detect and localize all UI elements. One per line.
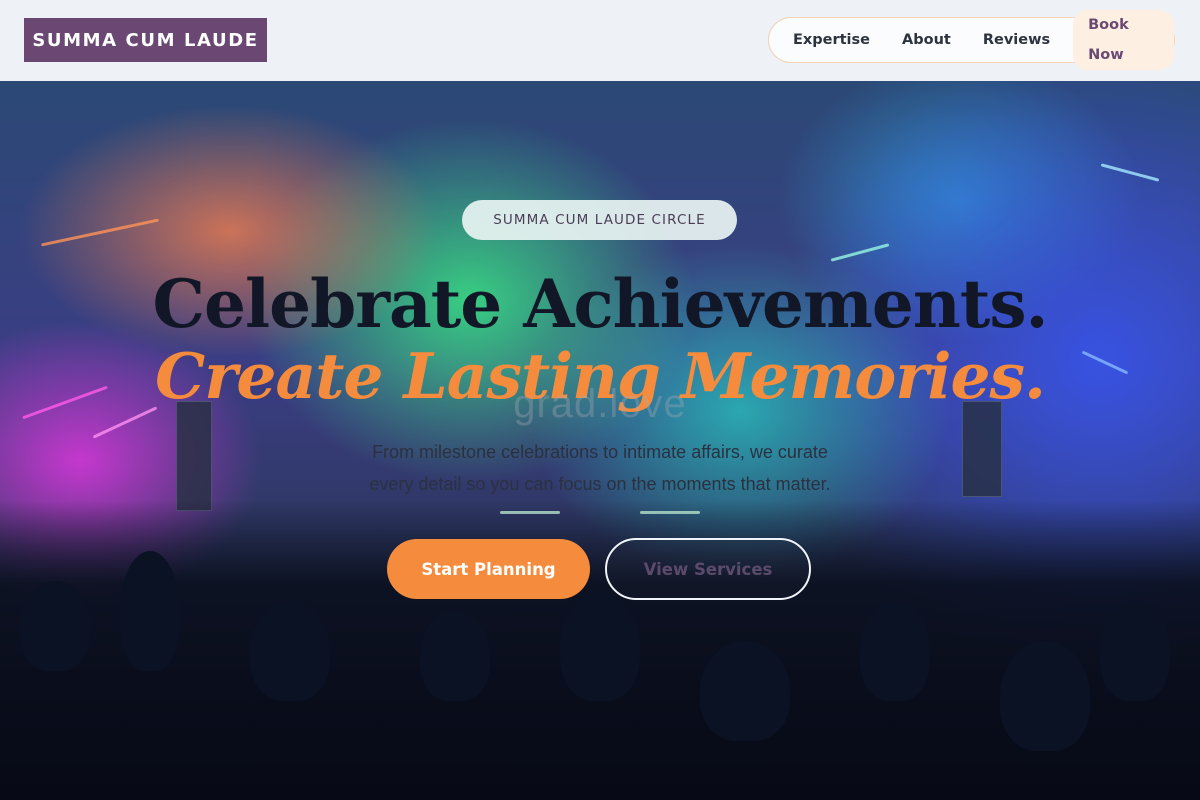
crowd-head	[700, 641, 790, 741]
nav-link-expertise[interactable]: Expertise	[783, 25, 880, 55]
crowd-head	[420, 611, 490, 701]
hero-subtitle-line2: every detail so you can focus on the mom…	[369, 474, 831, 494]
view-services-button[interactable]: View Services	[605, 538, 811, 600]
start-planning-button[interactable]: Start Planning	[387, 539, 590, 599]
crowd-head	[860, 601, 930, 701]
nav-link-about[interactable]: About	[892, 25, 961, 55]
crowd-head	[250, 601, 330, 701]
hero-badge: SUMMA CUM LAUDE CIRCLE	[462, 200, 737, 240]
crowd-head	[1100, 601, 1170, 701]
hero-subtitle-line1: From milestone celebrations to intimate …	[372, 442, 828, 462]
hero-title-line1: Celebrate Achievements.	[152, 265, 1049, 343]
crowd-head	[1000, 641, 1090, 751]
crowd-head	[20, 581, 90, 671]
site-header: SUMMA CUM LAUDE Expertise About Reviews …	[0, 0, 1200, 81]
crowd-head	[560, 591, 640, 701]
brand-logo[interactable]: SUMMA CUM LAUDE	[24, 18, 267, 62]
hero-subtitle: From milestone celebrations to intimate …	[280, 436, 920, 500]
crowd-head	[120, 551, 180, 671]
book-now-button[interactable]: Book Now	[1073, 10, 1174, 70]
nav-link-reviews[interactable]: Reviews	[973, 25, 1060, 55]
watermark-text: grad.love	[513, 382, 687, 426]
main-nav: Expertise About Reviews Book Now	[768, 10, 1175, 70]
